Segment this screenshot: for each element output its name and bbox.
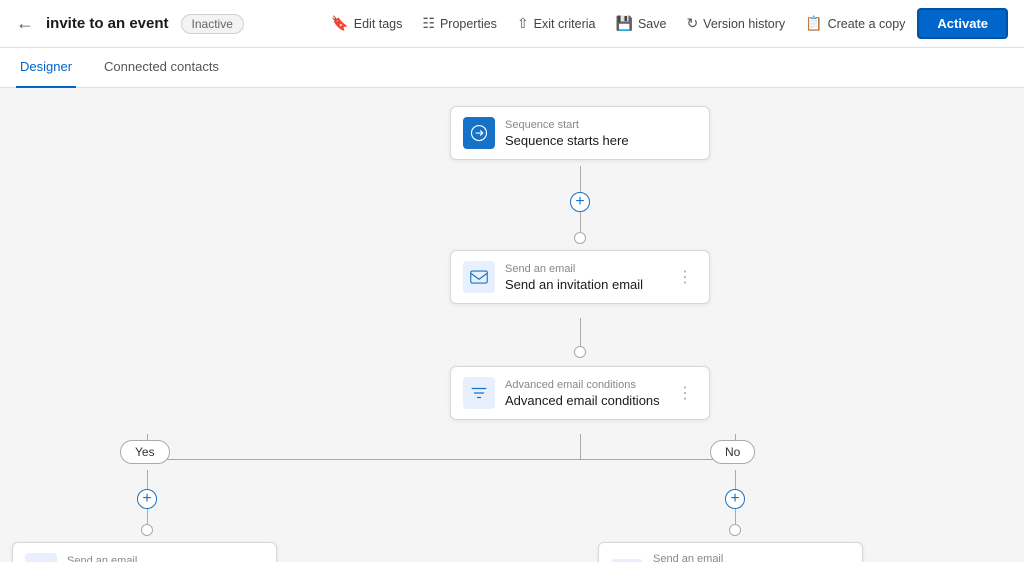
flow-canvas: Sequence start Sequence starts here + Se… — [0, 88, 1024, 562]
right-v-3 — [735, 509, 736, 525]
create-copy-button[interactable]: 📋 Create a copy — [797, 10, 913, 37]
add-step-left[interactable]: + — [137, 489, 157, 509]
branch-line-left — [147, 459, 580, 460]
sequence-start-node: Sequence start Sequence starts here — [450, 106, 710, 160]
send-email-2-node: Send an email Send a confirmation email … — [12, 542, 277, 562]
history-icon: ↻ — [686, 15, 698, 32]
sequence-start-label: Sequence start — [505, 119, 697, 131]
tabs-bar: Designer Connected contacts — [0, 48, 1024, 88]
properties-icon: ☷ — [422, 15, 435, 32]
sequence-start-icon — [463, 117, 495, 149]
send-email-2-menu[interactable]: ⋮ — [240, 557, 264, 562]
connector-circle-2 — [574, 346, 586, 358]
exit-criteria-icon: ⇧ — [517, 15, 529, 32]
send-email-1-label: Send an email — [505, 263, 663, 275]
connector-circle-left — [141, 524, 153, 536]
back-button[interactable]: ← — [16, 13, 34, 34]
send-email-3-label: Send an email — [653, 553, 816, 562]
connector-circle-1 — [574, 232, 586, 244]
send-email-1-node: Send an email Send an invitation email ⋮ — [450, 250, 710, 304]
send-email-3-node: Send an email Follow up email for the ev… — [598, 542, 863, 562]
send-email-1-menu[interactable]: ⋮ — [673, 265, 697, 289]
email-icon-1 — [463, 261, 495, 293]
version-history-button[interactable]: ↻ Version history — [678, 10, 793, 37]
left-v-3 — [147, 509, 148, 525]
no-branch: No — [710, 440, 755, 464]
sequence-start-title: Sequence starts here — [505, 133, 697, 148]
advanced-conditions-1-menu[interactable]: ⋮ — [673, 381, 697, 405]
tag-icon: 🔖 — [331, 15, 348, 32]
edit-tags-button[interactable]: 🔖 Edit tags — [323, 10, 410, 37]
line-3 — [580, 318, 581, 348]
send-email-1-title: Send an invitation email — [505, 277, 663, 292]
properties-button[interactable]: ☷ Properties — [414, 10, 505, 37]
header: ← invite to an event Inactive 🔖 Edit tag… — [0, 0, 1024, 48]
exit-criteria-button[interactable]: ⇧ Exit criteria — [509, 10, 604, 37]
save-button[interactable]: 💾 Save — [608, 10, 675, 37]
condition-icon-1 — [463, 377, 495, 409]
branch-line-center — [580, 434, 581, 460]
status-badge: Inactive — [181, 14, 244, 34]
advanced-conditions-1-title: Advanced email conditions — [505, 393, 663, 408]
header-actions: 🔖 Edit tags ☷ Properties ⇧ Exit criteria… — [323, 8, 1008, 39]
yes-branch: Yes — [120, 440, 170, 464]
connector-circle-right — [729, 524, 741, 536]
email-icon-2 — [25, 553, 57, 562]
add-step-1[interactable]: + — [570, 192, 590, 212]
page-title: invite to an event — [46, 15, 169, 32]
line-2 — [580, 212, 581, 232]
save-icon: 💾 — [616, 15, 633, 32]
tab-connected-contacts[interactable]: Connected contacts — [100, 48, 223, 88]
add-step-right[interactable]: + — [725, 489, 745, 509]
copy-icon: 📋 — [805, 15, 822, 32]
activate-button[interactable]: Activate — [917, 8, 1008, 39]
advanced-conditions-1-label: Advanced email conditions — [505, 379, 663, 391]
send-email-2-label: Send an email — [67, 555, 230, 562]
tab-designer[interactable]: Designer — [16, 48, 76, 88]
advanced-conditions-1-node: Advanced email conditions Advanced email… — [450, 366, 710, 420]
